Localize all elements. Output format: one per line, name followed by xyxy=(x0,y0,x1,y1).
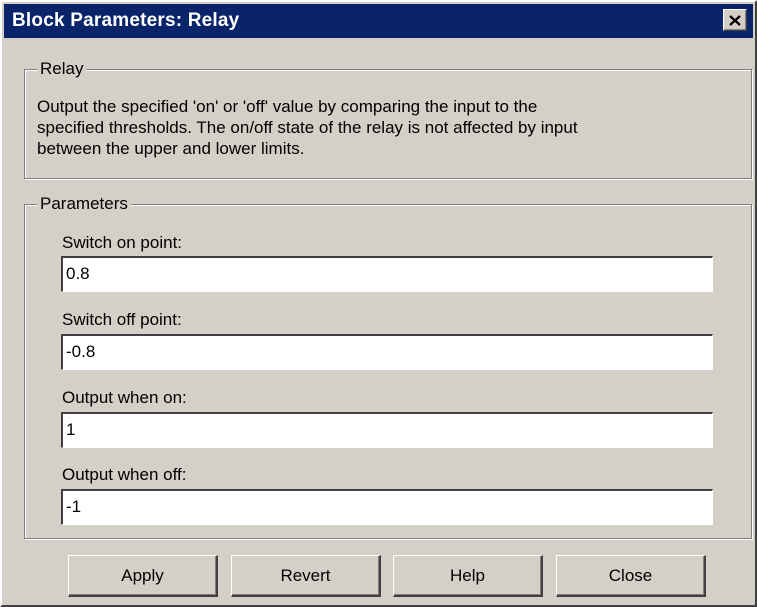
title-bar[interactable]: Block Parameters: Relay xyxy=(4,4,753,38)
relay-description-group: Relay Output the specified 'on' or 'off'… xyxy=(24,59,752,179)
window-close-button[interactable] xyxy=(723,9,747,31)
relay-description: Output the specified 'on' or 'off' value… xyxy=(37,96,747,159)
output-when-on-label: Output when on: xyxy=(62,388,187,407)
description-line: Output the specified 'on' or 'off' value… xyxy=(37,97,538,116)
description-line: specified thresholds. The on/off state o… xyxy=(37,118,578,137)
parameters-group-legend: Parameters xyxy=(37,194,131,214)
description-line: between the upper and lower limits. xyxy=(37,139,305,158)
window-title: Block Parameters: Relay xyxy=(12,10,240,31)
switch-off-point-input[interactable]: -0.8 xyxy=(61,334,713,370)
relay-group-legend: Relay xyxy=(37,59,87,79)
switch-on-point-label: Switch on point: xyxy=(62,233,183,252)
parameters-group: Parameters Switch on point: 0.8 Switch o… xyxy=(24,194,752,539)
close-button[interactable]: Close xyxy=(556,555,706,597)
output-when-off-input[interactable]: -1 xyxy=(61,489,713,525)
dialog-window: Block Parameters: Relay Relay Output the… xyxy=(0,0,757,607)
output-when-off-label: Output when off: xyxy=(62,465,187,484)
output-when-on-input[interactable]: 1 xyxy=(61,412,713,448)
revert-button[interactable]: Revert xyxy=(231,555,381,597)
switch-off-point-label: Switch off point: xyxy=(62,310,182,329)
apply-button[interactable]: Apply xyxy=(68,555,218,597)
switch-on-point-input[interactable]: 0.8 xyxy=(61,256,713,292)
close-icon xyxy=(729,14,741,26)
help-button[interactable]: Help xyxy=(393,555,543,597)
